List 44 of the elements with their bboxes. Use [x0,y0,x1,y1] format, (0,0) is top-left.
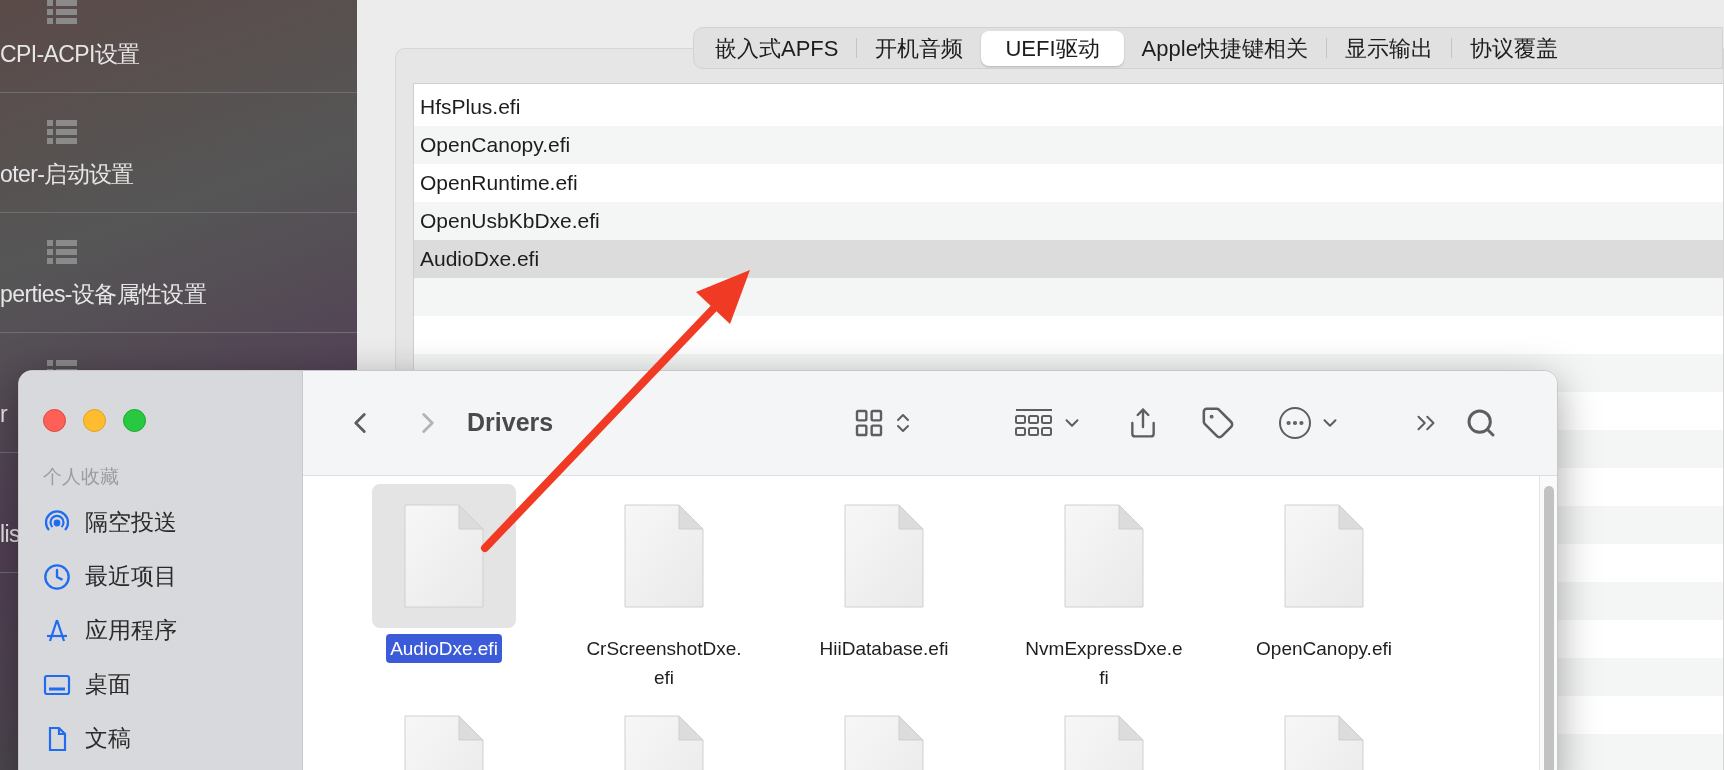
list-row[interactable]: OpenUsbKbDxe.efi [414,202,1723,240]
list-icon [47,120,77,144]
tab[interactable]: 协议覆盖 [1451,30,1576,66]
tab[interactable]: 开机音频 [857,30,982,66]
file-name[interactable]: CrScreenshotDxe.efi [580,634,748,692]
close-button[interactable] [43,409,66,432]
tab[interactable]: 嵌入式APFS [697,30,857,66]
sidebar-item[interactable]: oter-启动设置 [0,160,134,188]
folder-title: Drivers [467,407,554,439]
file-name[interactable]: NvmExpressDxe.efi [1020,634,1188,692]
finder-sidebar-item[interactable]: 最近项目 [43,559,177,594]
file-icon [843,503,925,609]
tab[interactable]: UEFI驱动 [981,30,1124,66]
file-icon [623,503,705,609]
more-icon[interactable] [1279,407,1312,439]
section-heading: 个人收藏 [43,465,119,489]
finder-sidebar-item[interactable]: 文稿 [43,721,131,756]
list-row[interactable]: OpenCanopy.efi [414,126,1723,164]
finder-sidebar-item[interactable]: 桌面 [43,667,131,702]
sidebar-item[interactable]: CPI-ACPI设置 [0,40,140,68]
file-name[interactable]: AudioDxe.efi [386,634,502,663]
driver-name: OpenCanopy.efi [420,132,571,159]
list-icon [47,0,77,24]
list-row[interactable]: AudioDxe.efi [414,240,1723,278]
tab[interactable]: 显示输出 [1326,30,1451,66]
finder-sidebar-item[interactable]: 隔空投送 [43,505,177,540]
file-icon [403,503,485,609]
file-name[interactable]: HiiDatabase.efi [815,634,953,663]
sidebar-item[interactable]: perties-设备属性设置 [0,280,207,308]
driver-name: AudioDxe.efi [420,246,540,273]
tab[interactable]: Apple快捷键相关 [1123,30,1326,66]
sidebar-item[interactable]: r [0,400,8,428]
clock-icon [43,562,71,591]
file-icon [1063,503,1145,609]
driver-name: OpenUsbKbDxe.efi [420,208,600,235]
finder-sidebar-item[interactable]: 应用程序 [43,613,177,648]
tag-icon[interactable] [1201,406,1236,440]
file-name[interactable]: OpenCanopy.efi [1252,634,1396,663]
file-icon [1283,503,1365,609]
group-icon[interactable] [1015,408,1054,438]
driver-name: HfsPlus.efi [420,94,521,121]
driver-name: OpenRuntime.efi [420,170,578,197]
file-tile[interactable] [372,484,516,628]
list-icon [47,240,77,264]
